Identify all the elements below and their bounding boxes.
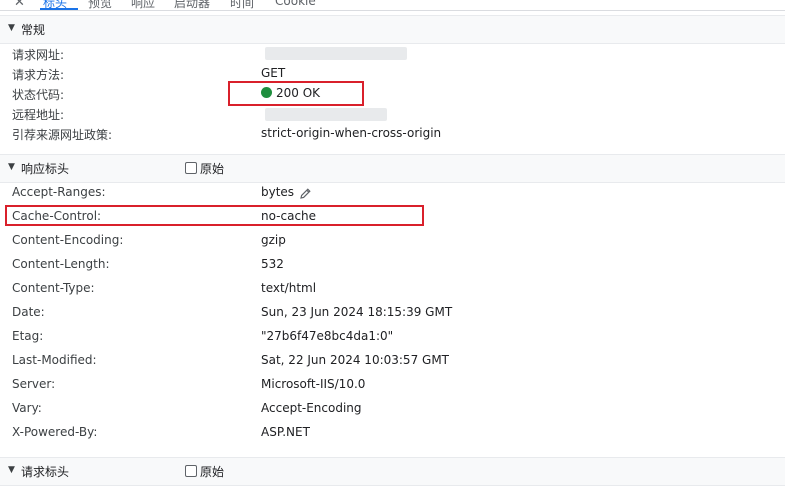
header-name: Vary: (12, 401, 42, 415)
status-highlight-box (228, 81, 364, 106)
cache-control-highlight-box (5, 205, 424, 226)
header-name: Content-Type: (12, 281, 95, 295)
header-value: Sat, 22 Jun 2024 10:03:57 GMT (261, 353, 449, 367)
header-value: Microsoft-IIS/10.0 (261, 377, 366, 391)
response-row-vary: Vary: Accept-Encoding (0, 399, 785, 419)
response-row-last-modified: Last-Modified: Sat, 22 Jun 2024 10:03:57… (0, 351, 785, 371)
header-value: ASP.NET (261, 425, 310, 439)
header-name: Date: (12, 305, 45, 319)
active-tab-indicator (40, 8, 78, 10)
tab-preview[interactable]: 预览 (88, 0, 112, 10)
response-row-date: Date: Sun, 23 Jun 2024 18:15:39 GMT (0, 303, 785, 323)
checkbox-box[interactable] (185, 162, 197, 174)
tab-cookies[interactable]: Cookie (275, 0, 316, 8)
redacted-url-block (265, 47, 407, 60)
general-section-title: 常规 (21, 23, 46, 37)
general-row-request-method: 请求方法: GET (0, 64, 785, 84)
header-value: text/html (261, 281, 317, 295)
header-name: 状态代码: (12, 88, 65, 102)
header-value: Sun, 23 Jun 2024 18:15:39 GMT (261, 305, 453, 319)
tab-timing[interactable]: 时间 (230, 0, 254, 10)
general-row-request-url: 请求网址: (0, 44, 785, 64)
header-name: Server: (12, 377, 56, 391)
header-name: 引荐来源网址政策: (12, 128, 113, 142)
header-name: Accept-Ranges: (12, 185, 106, 199)
tab-initiator[interactable]: 启动器 (174, 0, 210, 10)
response-row-content-encoding: Content-Encoding: gzip (0, 231, 785, 251)
header-value: Accept-Encoding (261, 401, 362, 415)
close-icon[interactable]: ✕ (14, 0, 25, 10)
general-row-remote-address: 远程地址: (0, 104, 785, 124)
header-value: strict-origin-when-cross-origin (261, 126, 442, 140)
response-row-accept-ranges: Accept-Ranges: bytes (0, 183, 785, 203)
collapse-triangle-icon[interactable]: ▼ (8, 465, 15, 475)
header-name: Etag: (12, 329, 44, 343)
response-headers-title: 响应标头 (21, 162, 70, 176)
header-name: Content-Encoding: (12, 233, 124, 247)
request-headers-title: 请求标头 (21, 465, 70, 479)
header-value: GET (261, 66, 286, 80)
redacted-address-block (265, 108, 387, 121)
general-section-header[interactable]: ▼ 常规 (0, 15, 785, 44)
header-value: 532 (261, 257, 284, 271)
header-name: Last-Modified: (12, 353, 97, 367)
header-name: 请求方法: (12, 68, 65, 82)
collapse-triangle-icon[interactable]: ▼ (8, 162, 15, 172)
collapse-triangle-icon[interactable]: ▼ (8, 23, 15, 33)
response-row-content-type: Content-Type: text/html (0, 279, 785, 299)
checkbox-box[interactable] (185, 465, 197, 477)
header-name: 请求网址: (12, 48, 65, 62)
response-row-x-powered-by: X-Powered-By: ASP.NET (0, 423, 785, 443)
response-headers-section-header[interactable]: ▼ 响应标头 原始 (0, 154, 785, 183)
header-value: gzip (261, 233, 286, 247)
header-name: 远程地址: (12, 108, 65, 122)
response-row-server: Server: Microsoft-IIS/10.0 (0, 375, 785, 395)
response-row-content-length: Content-Length: 532 (0, 255, 785, 275)
request-headers-section-header[interactable]: ▼ 请求标头 原始 (0, 457, 785, 486)
general-row-status-code: 状态代码: 200 OK (0, 84, 785, 104)
general-row-referrer-policy: 引荐来源网址政策: strict-origin-when-cross-origi… (0, 124, 785, 144)
edit-pencil-icon[interactable] (299, 187, 312, 200)
raw-label: 原始 (200, 465, 225, 479)
header-name: X-Powered-By: (12, 425, 98, 439)
header-value: bytes (261, 185, 295, 199)
tab-bar: ✕ 标头 预览 响应 启动器 时间 Cookie (0, 0, 785, 11)
tab-response[interactable]: 响应 (131, 0, 155, 10)
response-row-etag: Etag: "27b6f47e8bc4da1:0" (0, 327, 785, 347)
raw-label: 原始 (200, 162, 225, 176)
header-value: "27b6f47e8bc4da1:0" (261, 329, 394, 343)
header-name: Content-Length: (12, 257, 110, 271)
